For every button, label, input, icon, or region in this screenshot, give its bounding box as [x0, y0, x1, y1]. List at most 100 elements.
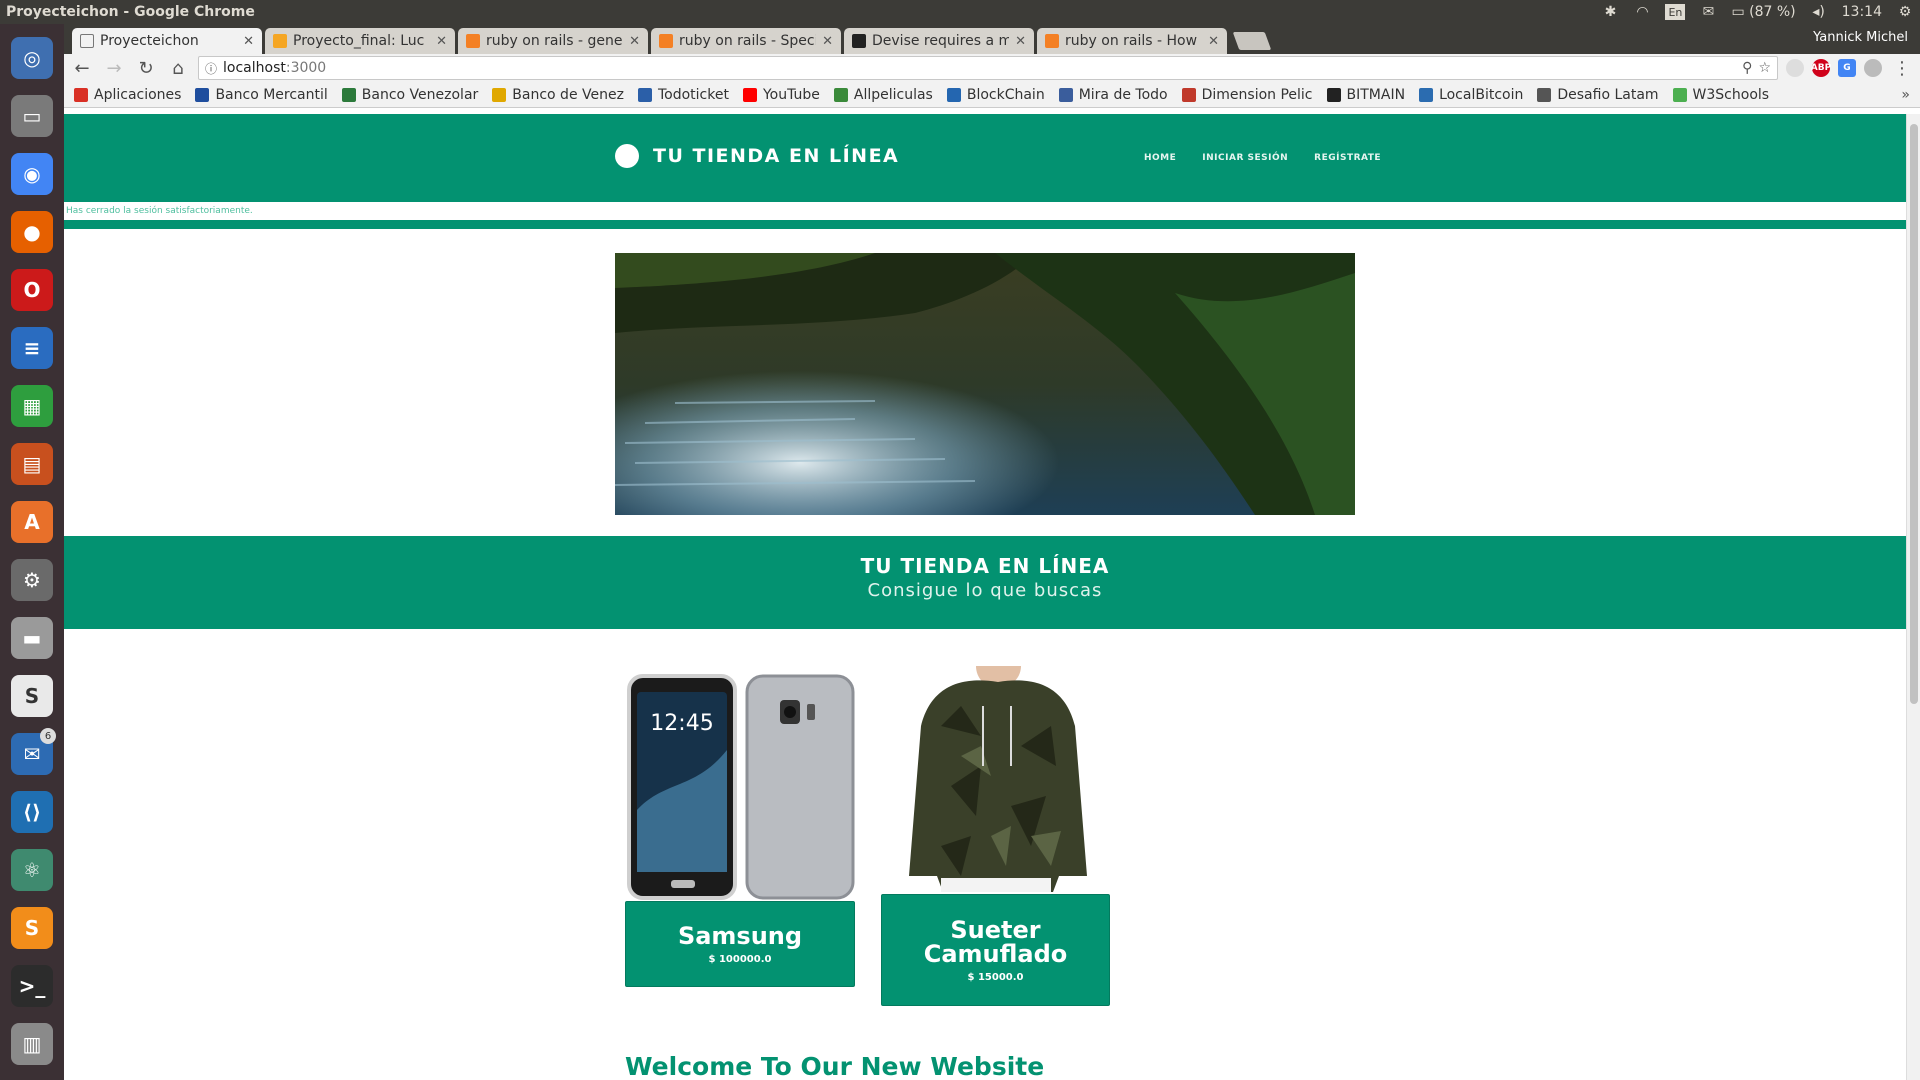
- browser-tab[interactable]: ruby on rails - Speci ✕: [651, 28, 841, 54]
- forward-icon[interactable]: →: [102, 56, 126, 80]
- launcher-trash[interactable]: ▥: [6, 1018, 58, 1070]
- launcher-atom[interactable]: ⚛: [6, 844, 58, 896]
- bookmark-favicon-icon: [1419, 87, 1434, 102]
- tab-title: ruby on rails - How: [1065, 33, 1198, 49]
- tab-close-icon[interactable]: ✕: [822, 34, 833, 49]
- bookmark-item[interactable]: Todoticket: [637, 87, 729, 103]
- bookmark-item[interactable]: W3Schools: [1672, 87, 1769, 103]
- launcher-software-center[interactable]: A: [6, 496, 58, 548]
- bookmark-item[interactable]: Allpeliculas: [833, 87, 933, 103]
- translate-icon[interactable]: G: [1838, 59, 1856, 77]
- clock[interactable]: 13:14: [1842, 4, 1882, 20]
- reload-icon[interactable]: ↻: [134, 56, 158, 80]
- launcher-opera[interactable]: O: [6, 264, 58, 316]
- launcher-settings[interactable]: ⚙: [6, 554, 58, 606]
- nav-register[interactable]: REGÍSTRATE: [1314, 153, 1381, 163]
- browser-tab[interactable]: Proyecteichon ✕: [72, 28, 262, 54]
- bookmark-item[interactable]: BITMAIN: [1326, 86, 1406, 103]
- new-tab-button[interactable]: [1232, 32, 1272, 50]
- back-icon[interactable]: ←: [70, 56, 94, 80]
- bookmarks-overflow-icon[interactable]: »: [1901, 87, 1910, 103]
- home-icon[interactable]: ⌂: [166, 56, 190, 80]
- bookmark-item[interactable]: Desafio Latam: [1537, 86, 1659, 103]
- launcher-disk[interactable]: ▬: [6, 612, 58, 664]
- launcher-ubuntu-dash[interactable]: ◎: [6, 32, 58, 84]
- tab-title: Proyecto_final: Luc: [293, 33, 425, 49]
- launcher-chrome[interactable]: ◉: [6, 148, 58, 200]
- browser-tab[interactable]: Devise requires a m ✕: [844, 28, 1034, 54]
- product-info-samsung[interactable]: Samsung $ 100000.0: [625, 901, 855, 987]
- tab-title: Proyecteichon: [100, 33, 199, 49]
- page-scrollbar[interactable]: [1906, 114, 1920, 1080]
- bookmark-item[interactable]: Aplicaciones: [74, 87, 181, 103]
- tab-close-icon[interactable]: ✕: [243, 34, 254, 49]
- bookmark-favicon-icon: [195, 87, 210, 102]
- brand-name: TU TIENDA EN LÍNEA: [653, 145, 900, 167]
- launcher-firefox[interactable]: ●: [6, 206, 58, 258]
- tab-close-icon[interactable]: ✕: [436, 34, 447, 49]
- browser-tab[interactable]: Proyecto_final: Luc ✕: [265, 28, 455, 54]
- bookmark-label: Desafio Latam: [1557, 86, 1659, 103]
- tab-close-icon[interactable]: ✕: [1015, 34, 1026, 49]
- bookmark-item[interactable]: BlockChain: [946, 87, 1045, 103]
- keyboard-layout[interactable]: En: [1665, 4, 1686, 20]
- tab-close-icon[interactable]: ✕: [629, 34, 640, 49]
- bookmark-item[interactable]: Banco de Venez: [492, 87, 624, 103]
- product-card-samsung[interactable]: 12:45 Samsung $ 100000.0: [625, 670, 857, 988]
- launcher-thunderbird[interactable]: ✉ 6: [6, 728, 58, 780]
- address-bar[interactable]: ⓘ localhost:3000 ⚲ ☆: [198, 56, 1778, 80]
- launcher-slack[interactable]: S: [6, 670, 58, 722]
- bookmark-item[interactable]: Banco Mercantil: [195, 87, 328, 103]
- bookmark-item[interactable]: Dimension Pelic: [1181, 86, 1313, 103]
- bookmark-favicon-icon: [492, 87, 507, 102]
- brand-logo: [615, 144, 639, 168]
- os-top-panel: Proyecteichon - Google Chrome ✱ ◠ En ✉ ▭…: [0, 0, 1920, 24]
- bookmark-label: Dimension Pelic: [1201, 86, 1313, 103]
- battery-level: (87 %): [1749, 4, 1796, 20]
- bookmark-item[interactable]: Mira de Todo: [1058, 87, 1168, 103]
- bookmark-label: YouTube: [762, 86, 820, 103]
- wifi-icon[interactable]: ◠: [1633, 4, 1651, 20]
- tab-close-icon[interactable]: ✕: [1208, 34, 1219, 49]
- launcher-impress[interactable]: ▤: [6, 438, 58, 490]
- launcher-files[interactable]: ▭: [6, 90, 58, 142]
- bookmark-favicon-icon: [341, 87, 356, 102]
- flash-notice: Has cerrado la sesión satisfactoriamente…: [66, 206, 253, 216]
- nav-login[interactable]: INICIAR SESIÓN: [1202, 153, 1288, 163]
- url-host: localhost: [223, 60, 286, 76]
- extension-icon[interactable]: [1786, 59, 1804, 77]
- zoom-icon[interactable]: ⚲: [1742, 60, 1752, 76]
- bookmark-item[interactable]: LocalBitcoin: [1419, 87, 1523, 103]
- disk-icon: ▬: [11, 617, 53, 659]
- svg-text:12:45: 12:45: [650, 711, 713, 736]
- browser-tab[interactable]: ruby on rails - How ✕: [1037, 28, 1227, 54]
- product-image-sweater: [881, 666, 1111, 892]
- unity-launcher: ◎ ▭ ◉ ● O ≡ ▦ ▤ A ⚙ ▬ S ✉ 6 ⟨⟩ ⚛ S >_ ▥: [0, 24, 64, 1080]
- power-gear-icon[interactable]: ⚙: [1896, 4, 1914, 20]
- adblock-icon[interactable]: ABP: [1811, 59, 1831, 77]
- bookmark-star-icon[interactable]: ☆: [1758, 60, 1771, 76]
- volume-icon[interactable]: ◂): [1810, 4, 1828, 20]
- launcher-writer[interactable]: ≡: [6, 322, 58, 374]
- scrollbar-thumb[interactable]: [1910, 124, 1918, 704]
- site-brand[interactable]: TU TIENDA EN LÍNEA: [615, 144, 899, 168]
- product-card-sweater[interactable]: Sueter Camuflado $ 15000.0: [881, 666, 1111, 1008]
- bookmark-item[interactable]: Banco Venezolar: [341, 87, 478, 103]
- launcher-terminal[interactable]: >_: [6, 960, 58, 1012]
- launcher-sublime[interactable]: S: [6, 902, 58, 954]
- mail-icon[interactable]: ✉: [1699, 4, 1717, 20]
- info-icon[interactable]: ⓘ: [205, 60, 217, 77]
- launcher-vscode[interactable]: ⟨⟩: [6, 786, 58, 838]
- battery-indicator[interactable]: ▭ (87 %): [1731, 4, 1795, 20]
- vscode-icon: ⟨⟩: [11, 791, 53, 833]
- menu-icon[interactable]: ⋮: [1890, 56, 1914, 80]
- settings-icon[interactable]: ✱: [1601, 4, 1619, 20]
- bookmark-item[interactable]: YouTube: [742, 86, 820, 103]
- extension-gray-icon[interactable]: [1864, 59, 1882, 77]
- bookmark-label: BITMAIN: [1346, 86, 1406, 103]
- launcher-calc[interactable]: ▦: [6, 380, 58, 432]
- profile-name[interactable]: Yannick Michel: [1813, 30, 1908, 45]
- nav-home[interactable]: HOME: [1144, 153, 1176, 163]
- browser-tab[interactable]: ruby on rails - gene ✕: [458, 28, 648, 54]
- product-info-sweater[interactable]: Sueter Camuflado $ 15000.0: [881, 894, 1110, 1006]
